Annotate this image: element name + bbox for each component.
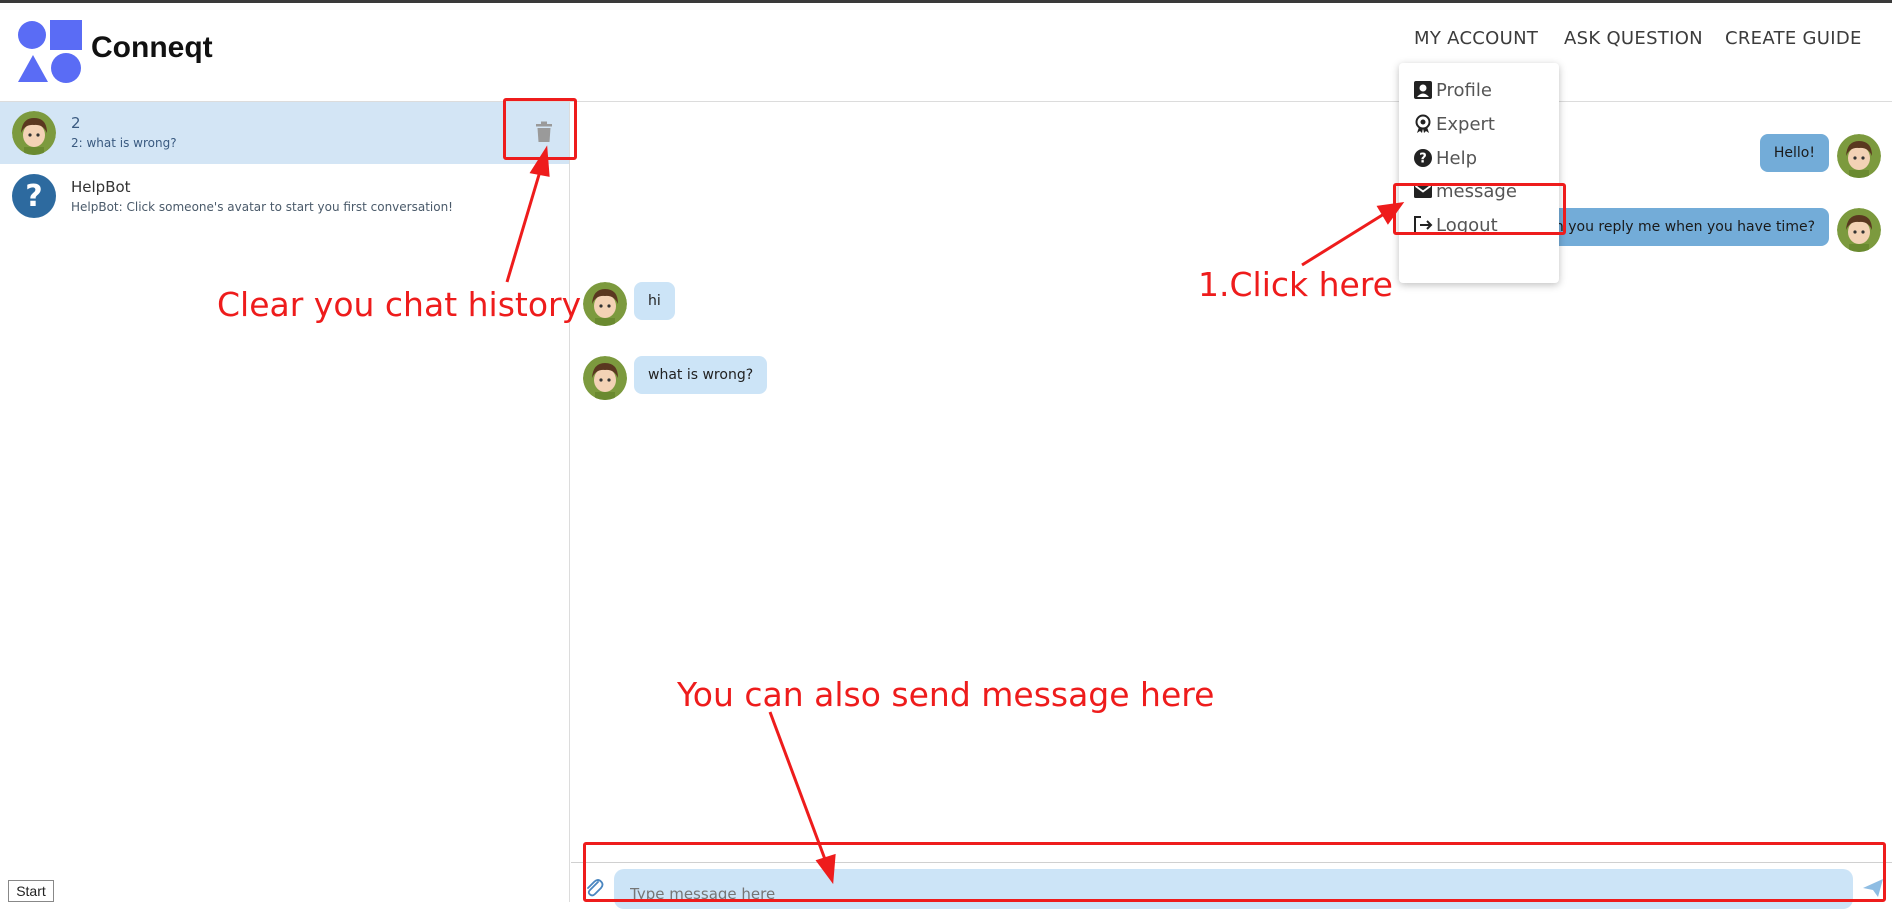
menu-item-label: message <box>1436 180 1517 202</box>
taskbar-start-button[interactable]: Start <box>8 880 54 902</box>
conversation-name: 2 <box>71 114 81 132</box>
account-dropdown-menu: Profile Expert ? Help message Logout <box>1399 63 1559 283</box>
message-bubble-incoming: hi <box>634 282 675 320</box>
annotation-send-here: You can also send message here <box>677 675 1215 714</box>
avatar[interactable] <box>12 111 56 155</box>
avatar[interactable] <box>583 282 627 326</box>
menu-item-expert[interactable]: Expert <box>1413 109 1495 139</box>
help-icon: ? <box>1414 149 1432 167</box>
conneqt-logo-icon[interactable] <box>18 20 82 84</box>
nav-ask-question[interactable]: ASK QUESTION <box>1564 28 1703 49</box>
menu-item-help[interactable]: ? Help <box>1413 143 1477 173</box>
profile-icon <box>1414 81 1432 99</box>
conversation-preview: 2: what is wrong? <box>71 136 177 150</box>
menu-item-label: Expert <box>1436 113 1495 135</box>
menu-item-label: Profile <box>1436 79 1492 101</box>
helpbot-avatar-icon[interactable]: ? <box>12 174 56 218</box>
conversation-list: 2 2: what is wrong? ? HelpBot HelpBot: C… <box>0 102 570 902</box>
logout-icon <box>1414 216 1433 234</box>
menu-item-profile[interactable]: Profile <box>1413 75 1492 105</box>
menu-item-logout[interactable]: Logout <box>1413 210 1498 240</box>
conversation-preview: HelpBot: Click someone's avatar to start… <box>71 200 453 214</box>
avatar[interactable] <box>1837 134 1881 178</box>
menu-item-label: Logout <box>1436 214 1498 236</box>
award-icon <box>1415 114 1431 133</box>
paperclip-icon[interactable] <box>584 876 604 898</box>
message-bubble-outgoing: Hello! <box>1759 134 1829 172</box>
conversation-item[interactable]: ? HelpBot HelpBot: Click someone's avata… <box>0 164 569 226</box>
annotation-click-here: 1.Click here <box>1198 265 1393 304</box>
top-navbar: Conneqt MY ACCOUNT ASK QUESTION CREATE G… <box>0 3 1892 102</box>
send-icon[interactable] <box>1862 878 1884 898</box>
nav-my-account[interactable]: MY ACCOUNT <box>1414 28 1538 49</box>
avatar[interactable] <box>1837 208 1881 252</box>
conversation-item[interactable]: 2 2: what is wrong? <box>0 102 569 164</box>
message-bubble-incoming: what is wrong? <box>634 356 768 394</box>
brand-name[interactable]: Conneqt <box>91 31 213 65</box>
message-input[interactable] <box>614 869 1853 909</box>
menu-item-message[interactable]: message <box>1413 176 1517 206</box>
annotation-clear-history: Clear you chat history <box>217 285 582 324</box>
nav-create-guide[interactable]: CREATE GUIDE <box>1725 28 1862 49</box>
svg-text:?: ? <box>1419 152 1427 167</box>
composer-divider <box>571 862 1892 863</box>
avatar[interactable] <box>583 356 627 400</box>
menu-item-label: Help <box>1436 147 1478 169</box>
svg-text:?: ? <box>25 179 42 214</box>
conversation-name: HelpBot <box>71 178 131 196</box>
message-bubble-outgoing: Can you reply me when you have time? <box>1522 208 1829 246</box>
chat-panel: Hello! Can you reply me when you have ti… <box>571 102 1892 902</box>
mail-icon <box>1414 184 1432 198</box>
trash-icon[interactable] <box>535 121 553 143</box>
